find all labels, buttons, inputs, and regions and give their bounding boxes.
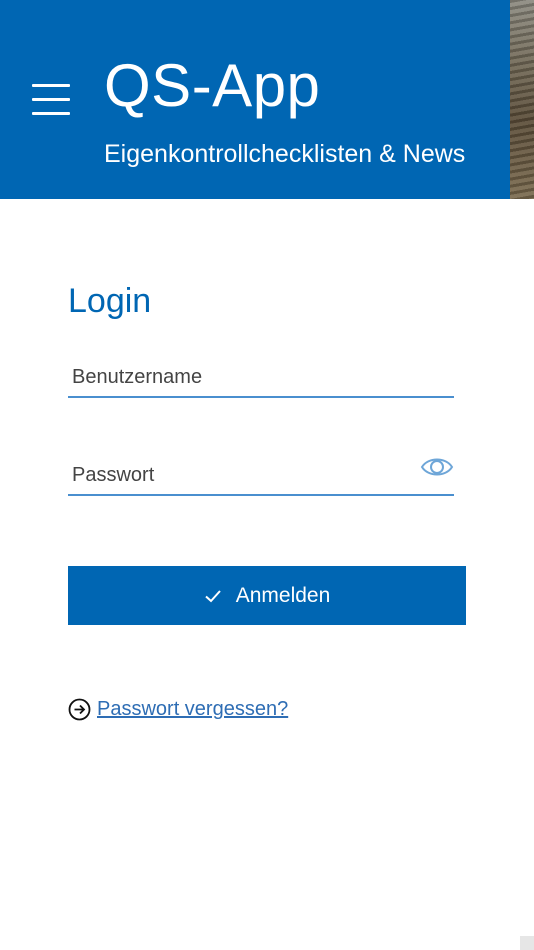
app-header: QS-App Eigenkontrollchecklisten & News xyxy=(0,0,534,199)
login-button-label: Anmelden xyxy=(235,583,331,607)
login-button[interactable]: Anmelden xyxy=(68,566,466,625)
check-icon xyxy=(204,587,222,605)
app-subtitle: Eigenkontrollchecklisten & News xyxy=(104,140,466,168)
arrow-right-circle-icon[interactable] xyxy=(68,698,91,721)
username-input[interactable] xyxy=(68,362,408,392)
username-field-wrapper xyxy=(68,352,454,398)
forgot-password-link[interactable]: Passwort vergessen? xyxy=(97,698,288,721)
forgot-password-row: Passwort vergessen? xyxy=(68,694,288,724)
hamburger-menu-icon[interactable] xyxy=(30,82,72,118)
password-field-wrapper xyxy=(68,450,454,496)
header-background-photo xyxy=(510,0,534,199)
app-screen: QS-App Eigenkontrollchecklisten & News L… xyxy=(0,0,534,950)
window-corner xyxy=(520,936,534,950)
password-input[interactable] xyxy=(68,460,408,490)
login-heading: Login xyxy=(68,282,152,320)
eye-icon[interactable] xyxy=(420,454,454,480)
app-title: QS-App xyxy=(104,52,321,119)
